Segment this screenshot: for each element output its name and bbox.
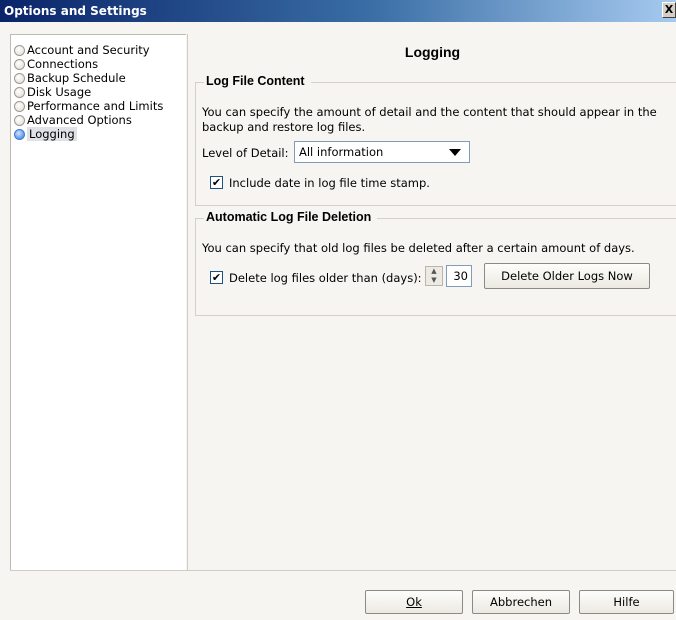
log-content-description: You can specify the amount of detail and… (202, 105, 657, 134)
nav-item-account-security[interactable]: Account and Security (11, 44, 186, 58)
nav-item-label: Logging (27, 127, 77, 141)
close-button[interactable]: X (662, 2, 676, 18)
check-icon: ✔ (211, 271, 222, 284)
level-of-detail-value: All information (299, 145, 384, 159)
check-icon: ✔ (211, 176, 222, 189)
window-title: Options and Settings (4, 4, 147, 18)
nav-item-label: Performance and Limits (27, 99, 164, 113)
nav-item-logging[interactable]: Logging (11, 127, 186, 142)
radio-icon (14, 45, 25, 56)
include-date-label: Include date in log file time stamp. (229, 176, 430, 190)
delete-older-logs-button[interactable]: Delete Older Logs Now (484, 263, 650, 289)
settings-nav: Account and Security Connections Backup … (10, 34, 186, 592)
level-of-detail-select[interactable]: All information (294, 141, 470, 163)
help-label: Hilfe (613, 595, 640, 609)
radio-icon (14, 87, 25, 98)
nav-item-performance-limits[interactable]: Performance and Limits (11, 100, 186, 114)
radio-icon (14, 73, 25, 84)
nav-item-advanced-options[interactable]: Advanced Options (11, 114, 186, 128)
log-deletion-group: Automatic Log File Deletion You can spec… (195, 210, 676, 316)
log-deletion-description: You can specify that old log files be de… (202, 241, 635, 255)
nav-item-connections[interactable]: Connections (11, 58, 186, 72)
nav-item-label: Backup Schedule (27, 71, 126, 85)
group-heading: Automatic Log File Deletion (204, 210, 378, 224)
help-button[interactable]: Hilfe (579, 590, 674, 614)
window-titlebar: Options and Settings (0, 0, 676, 22)
nav-item-label: Connections (27, 57, 99, 71)
log-file-content-group: Log File Content You can specify the amo… (195, 74, 676, 206)
include-date-checkbox[interactable]: ✔ (210, 176, 223, 189)
panel-title: Logging (404, 44, 461, 60)
spin-up-icon[interactable]: ▲ (426, 267, 442, 276)
close-icon: X (664, 3, 674, 16)
days-spinner[interactable]: ▲ ▼ (425, 266, 443, 286)
chevron-down-icon (449, 149, 461, 156)
delete-old-logs-label: Delete log files older than (days): (229, 271, 422, 285)
delete-old-logs-checkbox[interactable]: ✔ (210, 271, 223, 284)
ok-label: Ok (406, 595, 422, 609)
radio-icon (14, 115, 25, 126)
cancel-button[interactable]: Abbrechen (472, 590, 570, 614)
nav-item-backup-schedule[interactable]: Backup Schedule (11, 72, 186, 86)
settings-panel: Logging Log File Content You can specify… (187, 34, 676, 592)
nav-item-disk-usage[interactable]: Disk Usage (11, 86, 186, 100)
nav-item-label: Account and Security (27, 43, 150, 57)
radio-icon (14, 59, 25, 70)
radio-selected-icon (14, 129, 25, 140)
nav-item-label: Disk Usage (27, 85, 92, 99)
ok-button[interactable]: Ok (365, 590, 463, 614)
radio-icon (14, 101, 25, 112)
cancel-label: Abbrechen (490, 595, 552, 609)
spin-down-icon[interactable]: ▼ (426, 276, 442, 285)
nav-item-label: Advanced Options (27, 113, 132, 127)
level-of-detail-label: Level of Detail: (202, 146, 289, 160)
days-input[interactable]: 30 (446, 265, 472, 287)
dialog-button-bar (10, 570, 676, 598)
group-heading: Log File Content (204, 74, 311, 88)
dialog-client: Account and Security Connections Backup … (0, 22, 676, 620)
